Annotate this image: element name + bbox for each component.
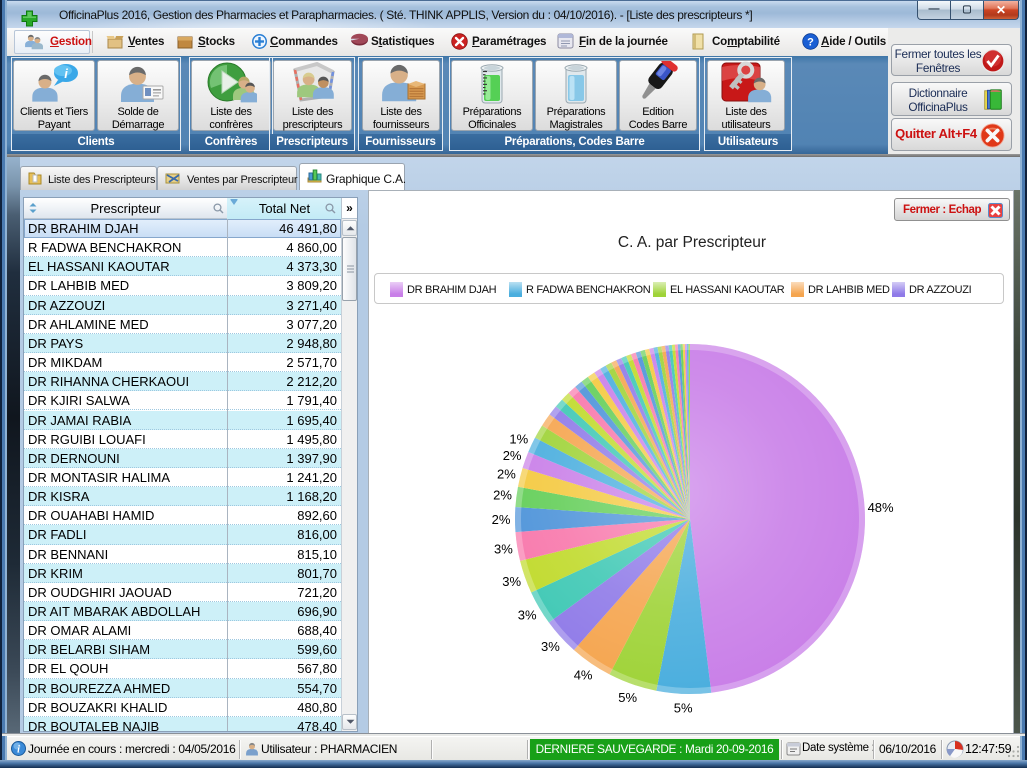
- svg-text:3%: 3%: [518, 608, 537, 623]
- svg-text:3%: 3%: [502, 574, 521, 589]
- svg-text:3%: 3%: [541, 639, 560, 654]
- svg-text:?: ?: [807, 37, 814, 49]
- svg-text:48%: 48%: [868, 500, 894, 515]
- svg-text:i: i: [64, 66, 68, 81]
- svg-text:2%: 2%: [493, 488, 512, 503]
- svg-text:i: i: [17, 745, 20, 756]
- svg-text:1%: 1%: [509, 431, 528, 446]
- svg-text:4%: 4%: [574, 667, 593, 682]
- svg-text:2%: 2%: [503, 448, 522, 463]
- svg-text:2%: 2%: [497, 467, 516, 482]
- svg-text:3%: 3%: [494, 541, 513, 556]
- svg-text:5%: 5%: [674, 700, 693, 715]
- svg-text:2%: 2%: [492, 512, 511, 527]
- svg-text:5%: 5%: [618, 690, 637, 705]
